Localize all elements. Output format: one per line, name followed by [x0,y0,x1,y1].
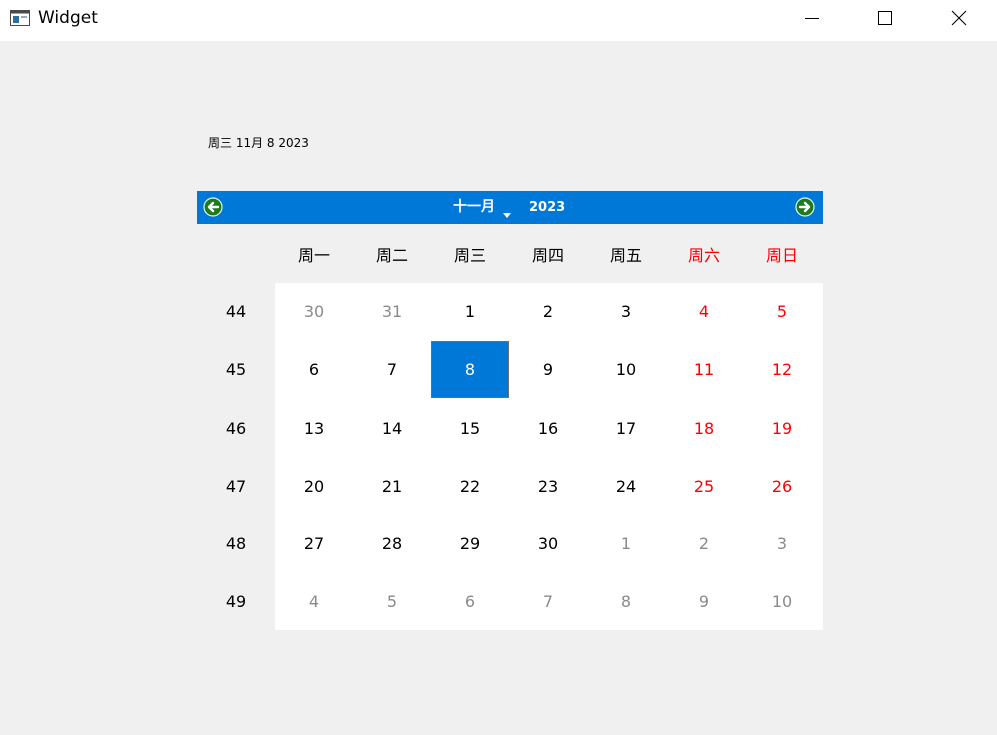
week-number: 44 [225,302,247,321]
day-cell[interactable]: 1 [431,283,509,340]
weekday-label: 周一 [297,245,330,265]
day-cell[interactable]: 3 [587,283,665,340]
day-cell[interactable]: 10 [587,341,665,398]
week-number: 49 [225,592,247,611]
close-button[interactable] [936,0,982,36]
day-cell[interactable]: 26 [743,458,821,515]
weekday-label: 周四 [531,245,564,265]
day-cell-selected[interactable]: 8 [431,341,509,398]
weekday-label: 周六 [687,245,720,265]
arrow-right-circle-icon [795,197,815,217]
day-cell[interactable]: 23 [509,458,587,515]
day-cell[interactable]: 11 [665,341,743,398]
day-cell[interactable]: 5 [743,283,821,340]
day-cell[interactable]: 2 [509,283,587,340]
minimize-button[interactable] [789,0,835,36]
prev-month-button[interactable] [203,197,223,217]
calendar-widget: 十一月 2023 周一 周二 周三 周四 周五 周六 周日 44 45 46 47 48… [197,191,823,630]
window-title: Widget [38,8,98,28]
arrow-left-circle-icon [203,197,223,217]
day-cell[interactable]: 6 [275,341,353,398]
day-cell[interactable]: 18 [665,400,743,457]
weekday-label: 周日 [765,245,798,265]
day-cell[interactable]: 25 [665,458,743,515]
day-cell[interactable]: 10 [743,573,821,630]
maximize-icon [878,11,892,25]
chevron-down-icon [503,213,511,218]
app-window-icon [10,10,30,26]
week-number: 48 [225,534,247,553]
weekday-label: 周二 [375,245,408,265]
day-cell[interactable]: 9 [509,341,587,398]
day-cell[interactable]: 8 [587,573,665,630]
minimize-icon [805,11,819,25]
week-number: 47 [225,477,247,496]
day-cell[interactable]: 17 [587,400,665,457]
day-cell[interactable]: 31 [353,283,431,340]
month-selector[interactable]: 十一月 [453,198,495,216]
weekday-header: 周一 周二 周三 周四 周五 周六 周日 [197,224,823,283]
day-cell[interactable]: 20 [275,458,353,515]
day-cell[interactable]: 30 [275,283,353,340]
day-cell[interactable]: 19 [743,400,821,457]
day-cell[interactable]: 4 [275,573,353,630]
day-cell[interactable]: 22 [431,458,509,515]
calendar-nav-bar: 十一月 2023 [197,191,823,224]
week-number-column: 44 45 46 47 48 49 [197,283,275,630]
day-cell[interactable]: 7 [353,341,431,398]
day-cell[interactable]: 24 [587,458,665,515]
close-icon [951,10,967,26]
weekday-label: 周三 [453,245,486,265]
selected-date-label: 周三 11月 8 2023 [208,136,309,150]
day-cell[interactable]: 5 [353,573,431,630]
maximize-button[interactable] [862,0,908,36]
day-cell[interactable]: 2 [665,515,743,572]
day-cell[interactable]: 1 [587,515,665,572]
title-bar: Widget [0,0,997,41]
day-cell[interactable]: 7 [509,573,587,630]
day-cell[interactable]: 27 [275,515,353,572]
day-cell[interactable]: 29 [431,515,509,572]
week-number: 46 [225,419,247,438]
day-cell[interactable]: 21 [353,458,431,515]
next-month-button[interactable] [795,197,815,217]
day-cell[interactable]: 16 [509,400,587,457]
day-grid: 30 31 1 2 3 4 5 6 7 8 9 10 11 12 13 14 15 16 17 18 19 20 21 22 2… [275,283,823,630]
week-number: 45 [225,360,247,379]
day-cell[interactable]: 3 [743,515,821,572]
day-cell[interactable]: 9 [665,573,743,630]
day-cell[interactable]: 4 [665,283,743,340]
weekday-label: 周五 [609,245,642,265]
day-cell[interactable]: 12 [743,341,821,398]
day-cell[interactable]: 13 [275,400,353,457]
day-cell[interactable]: 15 [431,400,509,457]
day-cell[interactable]: 28 [353,515,431,572]
year-selector[interactable]: 2023 [529,199,565,217]
day-cell[interactable]: 30 [509,515,587,572]
day-cell[interactable]: 6 [431,573,509,630]
day-cell[interactable]: 14 [353,400,431,457]
